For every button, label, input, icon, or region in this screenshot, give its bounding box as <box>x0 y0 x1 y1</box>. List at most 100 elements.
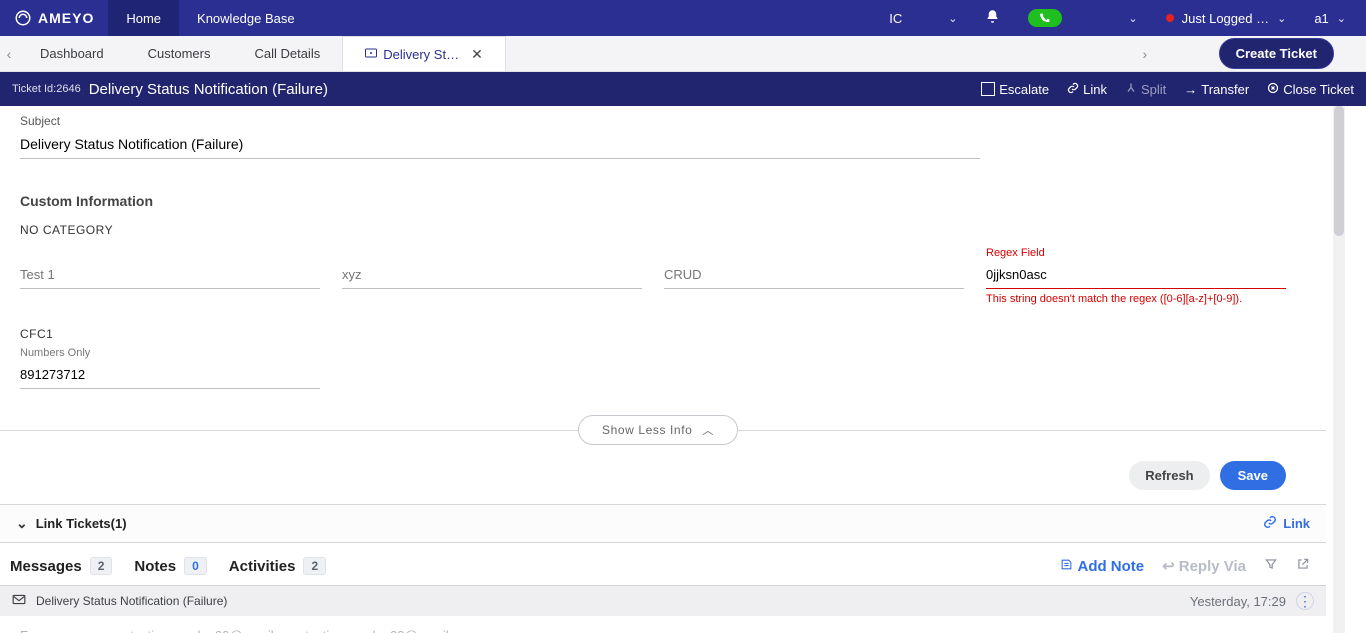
add-note-button[interactable]: Add Note <box>1060 558 1144 575</box>
chevron-down-icon: ⌄ <box>1277 12 1286 25</box>
agent-status-dropdown[interactable]: Just Logged … ⌄ <box>1166 11 1287 26</box>
message-item-more[interactable]: ⋮ <box>1296 592 1314 610</box>
ic-label: IC <box>889 11 902 26</box>
arrow-right-icon: → <box>1184 82 1197 97</box>
message-item-title: Delivery Status Notification (Failure) <box>36 594 227 608</box>
tab-call-details[interactable]: Call Details <box>232 36 342 71</box>
chevron-up-icon: ︿ <box>702 422 714 438</box>
from-value: testing.sender.00@gmail.com,testing.send… <box>130 628 477 633</box>
tab-customers-label: Customers <box>148 46 211 61</box>
tab-notes[interactable]: Notes 0 <box>134 557 206 575</box>
close-icon[interactable]: ✕ <box>471 47 483 61</box>
vertical-scrollbar[interactable] <box>1326 106 1366 633</box>
message-item[interactable]: Delivery Status Notification (Failure) Y… <box>0 585 1326 616</box>
popout-icon[interactable] <box>1296 557 1310 575</box>
show-less-wrap: Show Less Info ︿ <box>0 415 1326 445</box>
checkbox-icon <box>981 82 995 96</box>
chevron-down-icon: ⌄ <box>1128 12 1137 25</box>
tab-scroll-right[interactable]: › <box>1136 36 1154 71</box>
create-ticket-button[interactable]: Create Ticket <box>1219 38 1334 69</box>
regex-input[interactable] <box>986 261 1286 289</box>
ticket-header: Ticket Id:2646 Delivery Status Notificat… <box>0 72 1366 106</box>
link-tickets-action-label: Link <box>1283 516 1310 531</box>
reply-via-label: Reply Via <box>1179 558 1246 575</box>
test1-input[interactable] <box>20 261 320 289</box>
chevron-down-icon: ⌄ <box>16 515 28 532</box>
notes-count-badge: 0 <box>184 557 207 575</box>
tab-messages-label: Messages <box>10 558 82 575</box>
regex-error-message: This string doesn't match the regex ([0-… <box>986 293 1286 305</box>
tab-messages[interactable]: Messages 2 <box>10 557 112 575</box>
scrollbar-thumb[interactable] <box>1334 106 1344 236</box>
split-action[interactable]: Split <box>1125 82 1166 97</box>
bell-icon[interactable] <box>985 9 1000 28</box>
tab-delivery-label: Delivery St… <box>383 47 459 62</box>
refresh-label: Refresh <box>1145 468 1193 483</box>
tab-notes-label: Notes <box>134 558 176 575</box>
show-less-button[interactable]: Show Less Info ︿ <box>578 415 738 445</box>
nav-home[interactable]: Home <box>108 0 179 36</box>
filter-icon[interactable] <box>1264 557 1278 575</box>
link-label: Link <box>1083 82 1107 97</box>
ticket-id: Ticket Id:2646 <box>12 83 81 95</box>
custom-fields-row: Regex Field This string doesn't match th… <box>20 261 1306 305</box>
close-ticket-label: Close Ticket <box>1283 82 1354 97</box>
content-scroll[interactable]: Subject Custom Information NO CATEGORY R… <box>0 106 1326 633</box>
add-note-label: Add Note <box>1077 558 1144 575</box>
numbers-only-input[interactable] <box>20 361 320 389</box>
subject-input[interactable] <box>20 132 980 159</box>
split-label: Split <box>1141 82 1166 97</box>
numbers-only-field: Numbers Only <box>20 361 320 389</box>
link-icon <box>1067 82 1079 97</box>
show-less-label: Show Less Info <box>602 423 692 437</box>
cfc1-header: CFC1 <box>20 327 1306 341</box>
status-dot-icon <box>1166 14 1174 22</box>
tab-call-details-label: Call Details <box>254 46 320 61</box>
xyz-field <box>342 261 642 305</box>
topbar-right: IC ⌄ ⌄ Just Logged … ⌄ a1 ⌄ <box>889 0 1366 36</box>
custom-info-header: Custom Information <box>20 193 1306 209</box>
link-action[interactable]: Link <box>1067 82 1107 97</box>
tab-activities[interactable]: Activities 2 <box>229 557 326 575</box>
messages-count-badge: 2 <box>90 557 113 575</box>
close-ticket-action[interactable]: Close Ticket <box>1267 82 1354 97</box>
ic-dropdown[interactable]: IC ⌄ <box>889 11 957 26</box>
escalate-label: Escalate <box>999 82 1049 97</box>
message-item-timestamp: Yesterday, 17:29 <box>1190 594 1286 609</box>
link-icon <box>1263 515 1277 532</box>
refresh-button[interactable]: Refresh <box>1129 461 1209 490</box>
numbers-only-label: Numbers Only <box>20 347 90 359</box>
crud-field <box>664 261 964 305</box>
nav-kb-label: Knowledge Base <box>197 11 295 26</box>
transfer-action[interactable]: → Transfer <box>1184 82 1249 97</box>
xyz-input[interactable] <box>342 261 642 289</box>
call-status-dropdown[interactable]: ⌄ <box>1028 9 1137 27</box>
close-circle-icon <box>1267 82 1279 97</box>
nav-knowledge-base[interactable]: Knowledge Base <box>179 0 313 36</box>
user-menu[interactable]: a1 ⌄ <box>1314 11 1346 26</box>
tab-scroll-left[interactable]: ‹ <box>0 36 18 71</box>
regex-field: Regex Field This string doesn't match th… <box>986 261 1286 305</box>
scrollbar-track <box>1333 106 1345 633</box>
link-tickets-action[interactable]: Link <box>1263 515 1310 532</box>
message-actions-right: Add Note ↩ Reply Via <box>1060 557 1310 575</box>
chevron-down-icon: ⌄ <box>1337 12 1346 25</box>
tab-delivery-status[interactable]: Delivery St… ✕ <box>342 36 506 71</box>
agent-status-text: Just Logged … <box>1182 11 1269 26</box>
user-label: a1 <box>1314 11 1328 26</box>
body-wrap: Subject Custom Information NO CATEGORY R… <box>0 106 1366 633</box>
ticket-actions: Escalate Link Split → Transfer Close Tic… <box>981 82 1354 97</box>
message-tabs-row: Messages 2 Notes 0 Activities 2 Add Note… <box>0 543 1326 585</box>
envelope-icon <box>12 594 26 608</box>
brand-logo: AMEYO <box>0 9 108 27</box>
link-tickets-bar[interactable]: ⌄ Link Tickets(1) Link <box>0 504 1326 543</box>
regex-field-label: Regex Field <box>986 247 1045 259</box>
brand-mark-icon <box>14 9 32 27</box>
crud-input[interactable] <box>664 261 964 289</box>
save-label: Save <box>1238 468 1268 483</box>
tab-customers[interactable]: Customers <box>126 36 233 71</box>
tab-dashboard[interactable]: Dashboard <box>18 36 126 71</box>
test1-field <box>20 261 320 305</box>
save-button[interactable]: Save <box>1220 461 1286 490</box>
escalate-toggle[interactable]: Escalate <box>981 82 1049 97</box>
